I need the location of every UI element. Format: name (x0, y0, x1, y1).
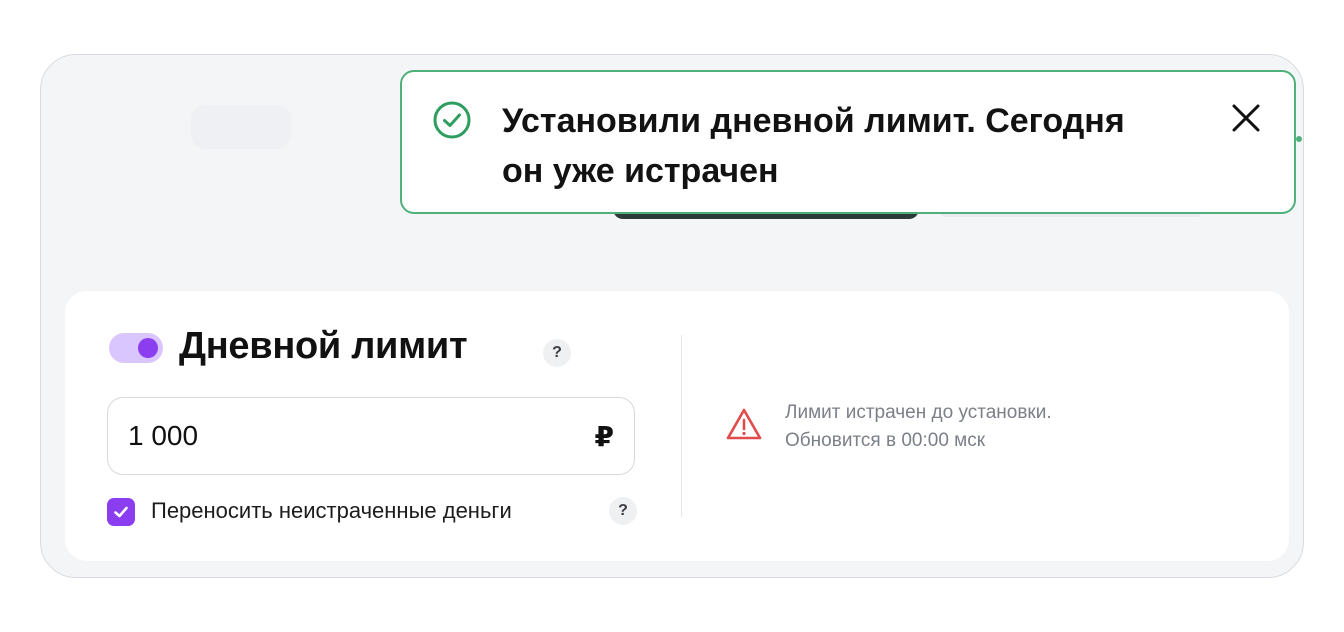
checkmark-icon (114, 506, 128, 518)
success-toast: Установили дневной лимит. Сегодня он уже… (400, 70, 1302, 214)
warning-triangle-icon (726, 408, 762, 440)
toast-edge-marker (1296, 136, 1302, 142)
card-divider (681, 335, 682, 517)
currency-symbol: ₽ (594, 421, 614, 452)
daily-limit-toggle[interactable] (109, 333, 163, 363)
toast-message: Установили дневной лимит. Сегодня он уже… (502, 96, 1222, 196)
toggle-knob (138, 338, 158, 358)
rollover-label: Переносить неистраченные деньги (151, 498, 512, 523)
daily-limit-card: Дневной лимит ? 1 000 ₽ Переносить неист… (65, 291, 1289, 561)
daily-limit-title: Дневной лимит (179, 325, 468, 367)
toast-line-1: Установили дневной лимит. Сегодня (502, 102, 1125, 140)
rollover-help-icon[interactable]: ? (609, 497, 637, 525)
warning-message: Лимит истрачен до установки. Обновится в… (785, 399, 1052, 455)
warning-line-1: Лимит истрачен до установки. (785, 402, 1052, 423)
background-placeholder (191, 105, 291, 149)
toast-line-2: он уже истрачен (502, 152, 779, 190)
close-icon[interactable] (1228, 100, 1264, 136)
amount-value: 1 000 (128, 420, 199, 451)
daily-limit-help-icon[interactable]: ? (543, 339, 571, 367)
rollover-checkbox[interactable] (107, 498, 135, 526)
check-circle-icon (433, 101, 471, 139)
amount-input[interactable]: 1 000 ₽ (107, 397, 635, 475)
warning-line-2: Обновится в 00:00 мск (785, 430, 986, 451)
